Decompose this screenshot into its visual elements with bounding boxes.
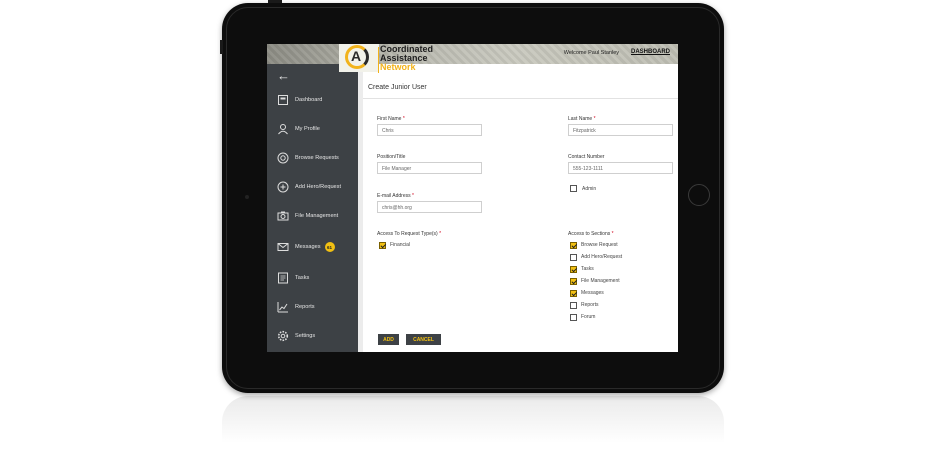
home-button[interactable] bbox=[688, 184, 710, 206]
first-name-field[interactable]: Chris bbox=[377, 124, 482, 136]
logo[interactable]: A bbox=[339, 44, 379, 72]
email-label: E-mail Address * bbox=[377, 193, 414, 199]
sidebar-item-messages[interactable]: Messages 61 bbox=[267, 237, 358, 257]
dashboard-icon bbox=[277, 94, 289, 106]
section-messages-label: Messages bbox=[581, 290, 604, 296]
sections-label-text: Access to Sections bbox=[568, 231, 611, 237]
sidebar-item-dashboard[interactable]: Dashboard bbox=[267, 90, 358, 110]
required-mark: * bbox=[593, 116, 596, 122]
cancel-button[interactable]: CANCEL bbox=[406, 334, 441, 345]
main-content: Create Junior User First Name * Chris La… bbox=[358, 64, 678, 352]
sidebar-item-label: Dashboard bbox=[295, 97, 323, 103]
sidebar-item-my-profile[interactable]: My Profile bbox=[267, 119, 358, 139]
last-name-field[interactable]: Fitzpatrick bbox=[568, 124, 673, 136]
section-forum-checkbox[interactable] bbox=[570, 314, 577, 321]
section-forum-label: Forum bbox=[581, 314, 596, 320]
page-title: Create Junior User bbox=[368, 84, 427, 91]
section-reports-checkbox[interactable] bbox=[570, 302, 577, 309]
required-mark: * bbox=[439, 231, 442, 237]
section-browse-request-checkbox[interactable] bbox=[570, 242, 577, 249]
first-name-label: First Name * bbox=[377, 116, 405, 122]
sidebar-item-label: Reports bbox=[295, 304, 315, 310]
sidebar-item-add-hero-request[interactable]: Add Hero/Request bbox=[267, 177, 358, 197]
sidebar-item-tasks[interactable]: Tasks bbox=[267, 268, 358, 288]
app-screen: A Coordinated Assistance Network Welcome… bbox=[267, 44, 678, 352]
dashboard-link[interactable]: DASHBOARD bbox=[631, 49, 670, 55]
reports-icon bbox=[277, 301, 289, 313]
section-file-management-label: File Management bbox=[581, 278, 620, 284]
sidebar-item-label: Messages bbox=[295, 244, 321, 250]
position-field[interactable]: File Manager bbox=[377, 162, 482, 174]
last-name-label: Last Name * bbox=[568, 116, 596, 122]
section-tasks-checkbox[interactable] bbox=[570, 266, 577, 273]
tasks-icon bbox=[277, 272, 289, 284]
tablet-top-button bbox=[268, 0, 282, 3]
sidebar-item-label: Browse Requests bbox=[295, 155, 339, 161]
admin-checkbox[interactable] bbox=[570, 185, 577, 192]
required-mark: * bbox=[412, 193, 414, 199]
sidebar-item-label: Add Hero/Request bbox=[295, 184, 342, 190]
section-add-hero-request-label: Add Hero/Request bbox=[581, 254, 623, 260]
section-file-management-checkbox[interactable] bbox=[570, 278, 577, 285]
contact-field[interactable]: 555-123-1111 bbox=[568, 162, 673, 174]
section-browse-request-label: Browse Request bbox=[581, 242, 618, 248]
sidebar-item-label: File Management bbox=[295, 213, 339, 219]
add-button[interactable]: ADD bbox=[378, 334, 399, 345]
sidebar-item-label: My Profile bbox=[295, 126, 320, 132]
section-reports-label: Reports bbox=[581, 302, 599, 308]
profile-icon bbox=[277, 123, 289, 135]
admin-label: Admin bbox=[582, 186, 597, 192]
sidebar-item-browse-requests[interactable]: Browse Requests bbox=[267, 148, 358, 168]
request-types-label: Access To Request Type(s) * bbox=[377, 231, 441, 237]
position-label: Position/Title bbox=[377, 154, 406, 160]
last-name-label-text: Last Name bbox=[568, 116, 593, 122]
request-types-label-text: Access To Request Type(s) bbox=[377, 231, 438, 237]
sidebar: ← Dashboard My Profile Browse Requests A… bbox=[267, 64, 358, 352]
brand-divider bbox=[378, 47, 379, 73]
email-field[interactable]: chris@hh.org bbox=[377, 201, 482, 213]
section-add-hero-request-checkbox[interactable] bbox=[570, 254, 577, 261]
title-divider bbox=[363, 98, 678, 99]
sections-label: Access to Sections * bbox=[568, 231, 614, 237]
gear-icon bbox=[277, 330, 289, 342]
contact-label: Contact Number bbox=[568, 154, 605, 160]
tablet-side-button bbox=[220, 40, 223, 54]
messages-count-badge: 61 bbox=[324, 242, 335, 252]
camera-icon bbox=[277, 210, 289, 222]
logo-letter-icon: A bbox=[351, 48, 362, 64]
sidebar-item-settings[interactable]: Settings bbox=[267, 326, 358, 346]
envelope-icon bbox=[277, 241, 289, 253]
financial-label: Financial bbox=[390, 242, 411, 248]
sidebar-item-reports[interactable]: Reports bbox=[267, 297, 358, 317]
back-arrow-icon[interactable]: ← bbox=[277, 68, 290, 83]
financial-checkbox[interactable] bbox=[379, 242, 386, 249]
add-circle-icon bbox=[277, 181, 289, 193]
brand-line-3: Network bbox=[380, 62, 416, 72]
sidebar-item-label: Tasks bbox=[295, 275, 310, 281]
first-name-label-text: First Name bbox=[377, 116, 402, 122]
required-mark: * bbox=[402, 116, 405, 122]
email-label-text: E-mail Address bbox=[377, 193, 411, 199]
sidebar-item-label: Settings bbox=[295, 333, 316, 339]
section-tasks-label: Tasks bbox=[581, 266, 594, 272]
brand-name: Coordinated Assistance Network bbox=[380, 45, 433, 72]
required-mark: * bbox=[611, 231, 614, 237]
tablet-reflection bbox=[222, 396, 724, 455]
create-user-panel: Create Junior User First Name * Chris La… bbox=[363, 64, 678, 352]
sidebar-item-file-management[interactable]: File Management bbox=[267, 206, 358, 226]
welcome-text: Welcome Paul Stanley bbox=[563, 50, 619, 56]
section-messages-checkbox[interactable] bbox=[570, 290, 577, 297]
camera-icon bbox=[245, 195, 249, 199]
lifebuoy-icon bbox=[277, 152, 289, 164]
